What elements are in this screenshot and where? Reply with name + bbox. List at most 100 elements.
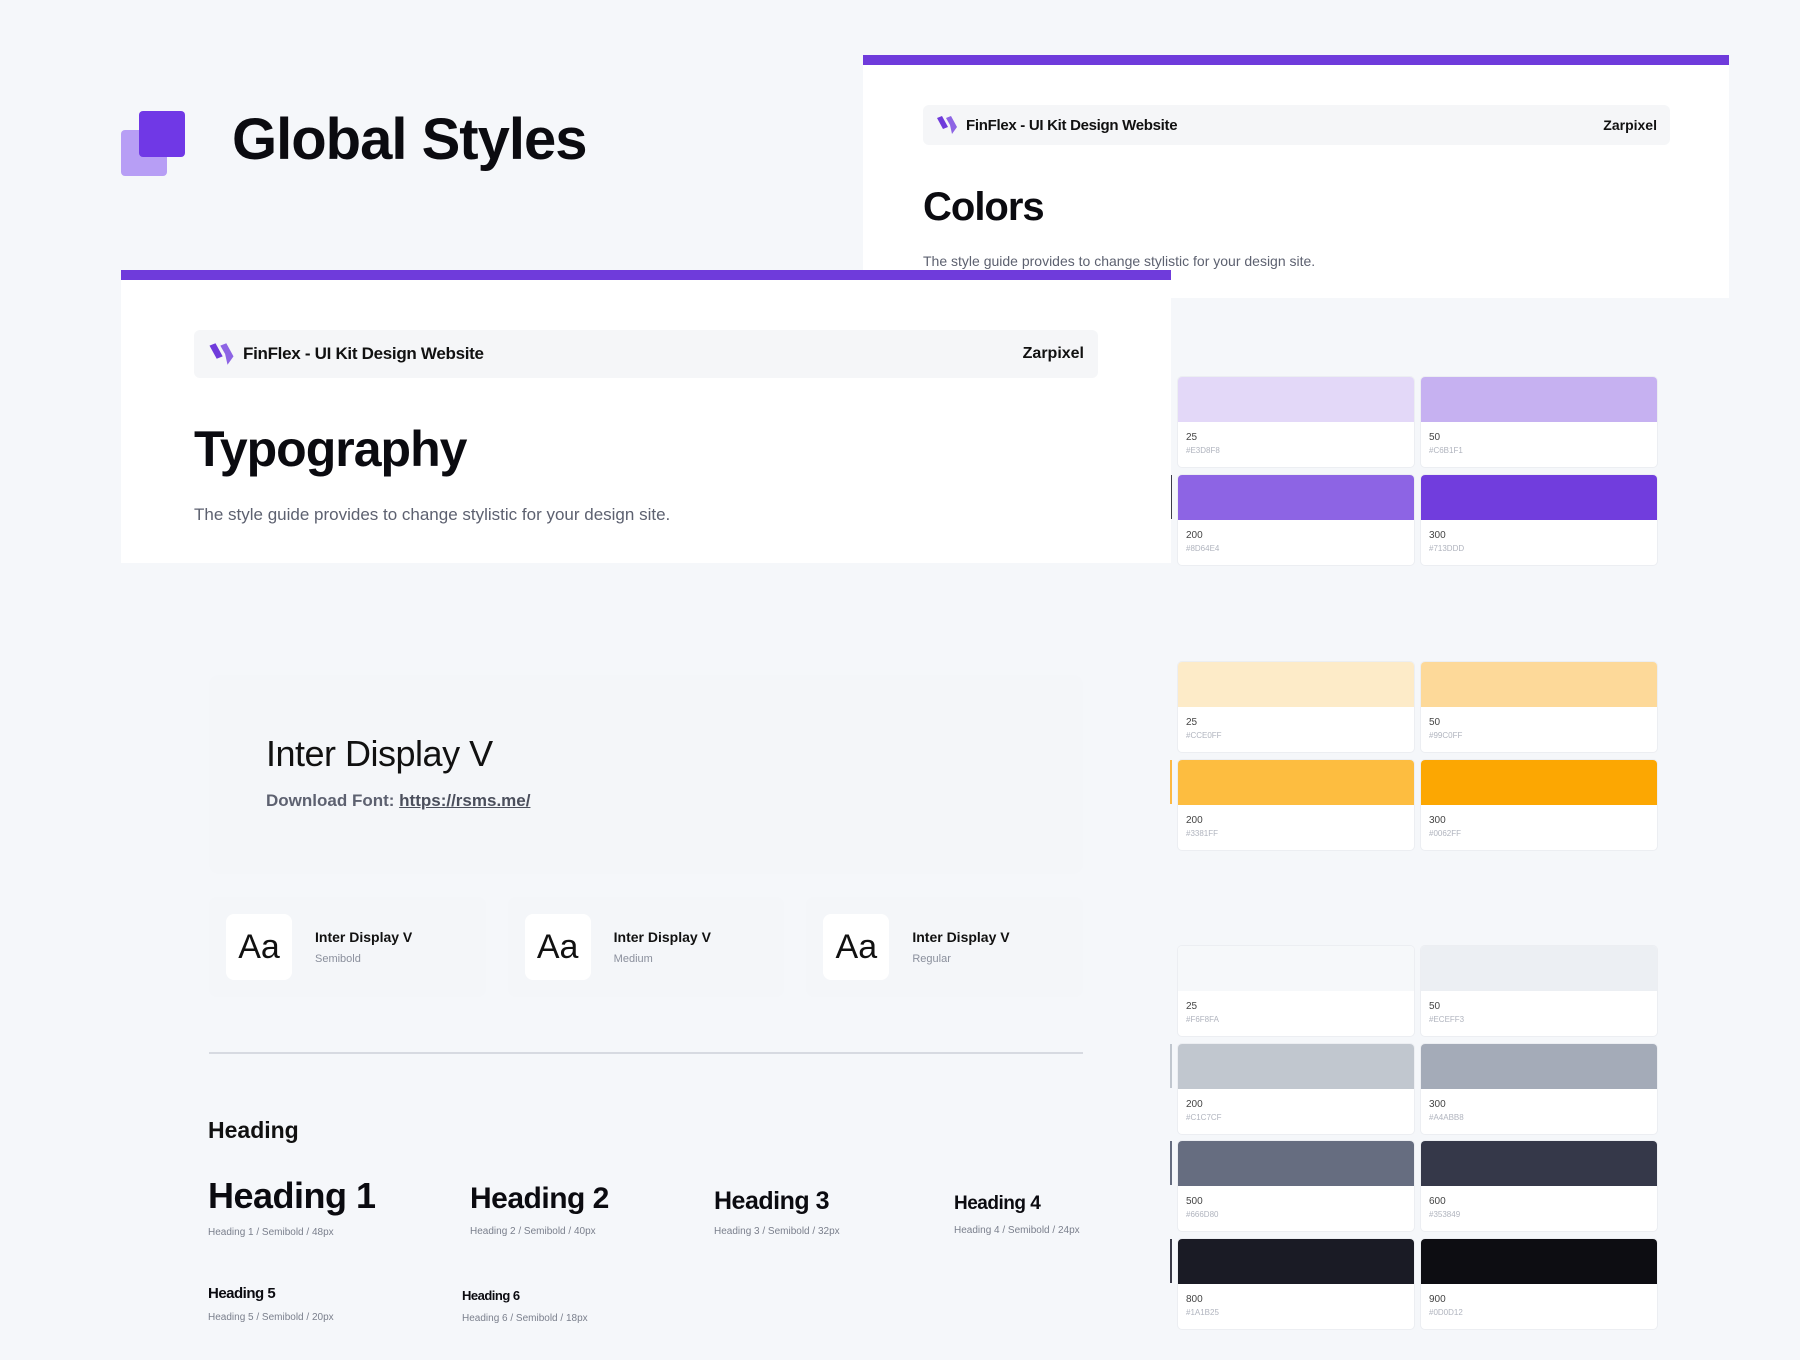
section-divider: [209, 1052, 1083, 1054]
color-swatch-purple-200: 200 #8D64E4: [1178, 475, 1414, 565]
swatch-color-fill: [1421, 946, 1657, 991]
font-weight-card: Aa Inter Display V Regular: [806, 897, 1084, 997]
swatch-color-fill: [1178, 946, 1414, 991]
heading-sample-title: Heading 6: [462, 1288, 520, 1303]
swatch-label: 600: [1429, 1196, 1446, 1207]
swatch-label: 50: [1429, 1001, 1441, 1012]
heading-sample-title: Heading 5: [208, 1285, 276, 1302]
download-font-link[interactable]: https://rsms.me/: [399, 791, 530, 810]
logo-front-square: [139, 111, 185, 157]
color-swatch-gray-200: 200 #C1C7CF: [1178, 1044, 1414, 1134]
font-weight-name: Medium: [613, 953, 653, 965]
typography-cover-card: FinFlex - UI Kit Design Website Zarpixel…: [121, 270, 1171, 563]
swatch-label: 300: [1429, 1099, 1446, 1110]
font-weight-family: Inter Display V: [613, 929, 711, 945]
font-sample-glyph: Aa: [226, 914, 292, 980]
color-swatch-gray-300: 300 #A4ABB8: [1421, 1044, 1657, 1134]
swatch-label: 25: [1186, 432, 1198, 443]
swatch-hex: #ECEFF3: [1429, 1015, 1465, 1024]
swatch-color-fill: [1421, 475, 1657, 520]
color-swatch-gray-600: 600 #353849: [1421, 1141, 1657, 1231]
swatch-color-fill: [1178, 662, 1414, 707]
finflex-logo-icon: [209, 343, 234, 365]
swatch-color-fill: [1421, 1239, 1657, 1284]
heading-sample-1: Heading 1 Heading 1 / Semibold / 48px: [208, 1175, 376, 1238]
swatch-label: 300: [1429, 815, 1446, 826]
color-swatch-gray-800: 800 #1A1B25: [1178, 1239, 1414, 1329]
swatch-hex: #713DDD: [1429, 544, 1465, 553]
color-swatch-orange-50: 50 #99C0FF: [1421, 662, 1657, 752]
swatch-hex: #353849: [1429, 1210, 1461, 1219]
colors-card-brand: FinFlex - UI Kit Design Website: [936, 115, 1178, 135]
swatch-hex: #666D80: [1186, 1210, 1219, 1219]
heading-sample-5: Heading 5 Heading 5 / Semibold / 20px: [208, 1285, 334, 1323]
typography-card-subtitle: The style guide provides to change styli…: [194, 505, 671, 524]
font-weight-name: Semibold: [315, 953, 361, 965]
swatch-color-fill: [1178, 475, 1414, 520]
font-weight-family: Inter Display V: [315, 929, 413, 945]
heading-sample-meta: Heading 2 / Semibold / 40px: [470, 1226, 596, 1237]
colors-card-header: FinFlex - UI Kit Design Website Zarpixel: [923, 105, 1670, 145]
font-sample-glyph: Aa: [524, 914, 591, 980]
heading-sample-title: Heading 2: [470, 1182, 609, 1215]
font-family-panel: Inter Display V Download Font: https://r…: [209, 675, 1083, 874]
swatch-hex: #CCE0FF: [1186, 731, 1222, 740]
color-swatch-orange-200: 200 #3381FF: [1178, 760, 1414, 850]
swatch-color-fill: [1178, 377, 1414, 422]
swatch-color-fill: [1421, 1044, 1657, 1089]
heading-sample-title: Heading 1: [208, 1175, 376, 1216]
colors-card-brand-label: FinFlex - UI Kit Design Website: [966, 116, 1178, 134]
swatch-label: 50: [1429, 432, 1441, 443]
color-swatch-purple-300: 300 #713DDD: [1421, 475, 1657, 565]
color-swatch-gray-900: 900 #0D0D12: [1421, 1239, 1657, 1329]
swatch-label: 200: [1186, 815, 1203, 826]
swatch-hex: #99C0FF: [1429, 731, 1463, 740]
swatch-hex: #8D64E4: [1186, 544, 1220, 553]
color-swatch-orange-300: 300 #0062FF: [1421, 760, 1657, 850]
font-weight-family: Inter Display V: [912, 929, 1010, 945]
typography-card-header: FinFlex - UI Kit Design Website Zarpixel: [194, 330, 1098, 378]
colors-card-title: Colors: [923, 185, 1045, 229]
colors-card-maker: Zarpixel: [1603, 117, 1657, 133]
swatch-label: 300: [1429, 530, 1446, 541]
panel-edge-mark: [1170, 1239, 1172, 1283]
font-weight-name: Regular: [912, 953, 951, 965]
font-weight-card: Aa Inter Display V Semibold: [209, 897, 486, 997]
swatch-color-fill: [1178, 1141, 1414, 1186]
swatch-hex: #0062FF: [1429, 829, 1462, 838]
font-weights-row: Aa Inter Display V Semibold Aa Inter Dis…: [209, 897, 1084, 997]
panel-edge-mark: [1170, 760, 1172, 804]
swatch-hex: #E3D8F8: [1186, 446, 1220, 455]
swatch-hex: #A4ABB8: [1429, 1113, 1464, 1122]
swatch-label: 200: [1186, 1099, 1203, 1110]
heading-sample-meta: Heading 6 / Semibold / 18px: [462, 1313, 588, 1324]
download-font-row: Download Font: https://rsms.me/: [266, 791, 530, 811]
panel-edge-mark: [1170, 1141, 1172, 1185]
color-swatch-orange-25: 25 #CCE0FF: [1178, 662, 1414, 752]
swatch-label: 500: [1186, 1196, 1203, 1207]
typography-card-maker: Zarpixel: [1022, 345, 1084, 362]
swatch-label: 900: [1429, 1294, 1446, 1305]
heading-sample-meta: Heading 5 / Semibold / 20px: [208, 1312, 334, 1323]
swatch-color-fill: [1178, 1239, 1414, 1284]
swatch-label: 200: [1186, 530, 1203, 541]
heading-sample-2: Heading 2 Heading 2 / Semibold / 40px: [470, 1182, 609, 1237]
swatch-hex: #C1C7CF: [1186, 1113, 1222, 1122]
font-weight-card: Aa Inter Display V Medium: [507, 897, 785, 997]
swatch-color-fill: [1178, 760, 1414, 805]
heading-sample-meta: Heading 3 / Semibold / 32px: [714, 1226, 840, 1237]
swatch-color-fill: [1421, 760, 1657, 805]
typography-card-brand-label: FinFlex - UI Kit Design Website: [243, 344, 484, 363]
heading-sample-3: Heading 3 Heading 3 / Semibold / 32px: [714, 1187, 840, 1237]
heading-sample-meta: Heading 1 / Semibold / 48px: [208, 1227, 334, 1238]
color-swatch-purple-25: 25 #E3D8F8: [1178, 377, 1414, 467]
colors-card-subtitle: The style guide provides to change styli…: [923, 253, 1316, 269]
color-swatch-purple-50: 50 #C6B1F1: [1421, 377, 1657, 467]
typography-card-title: Typography: [194, 421, 467, 477]
swatch-label: 800: [1186, 1294, 1203, 1305]
heading-sample-title: Heading 4: [954, 1193, 1041, 1214]
font-sample-glyph: Aa: [823, 914, 890, 980]
typography-card-brand: FinFlex - UI Kit Design Website: [208, 342, 484, 366]
download-font-label: Download Font:: [266, 791, 395, 810]
panel-edge-mark: [1170, 1044, 1172, 1088]
